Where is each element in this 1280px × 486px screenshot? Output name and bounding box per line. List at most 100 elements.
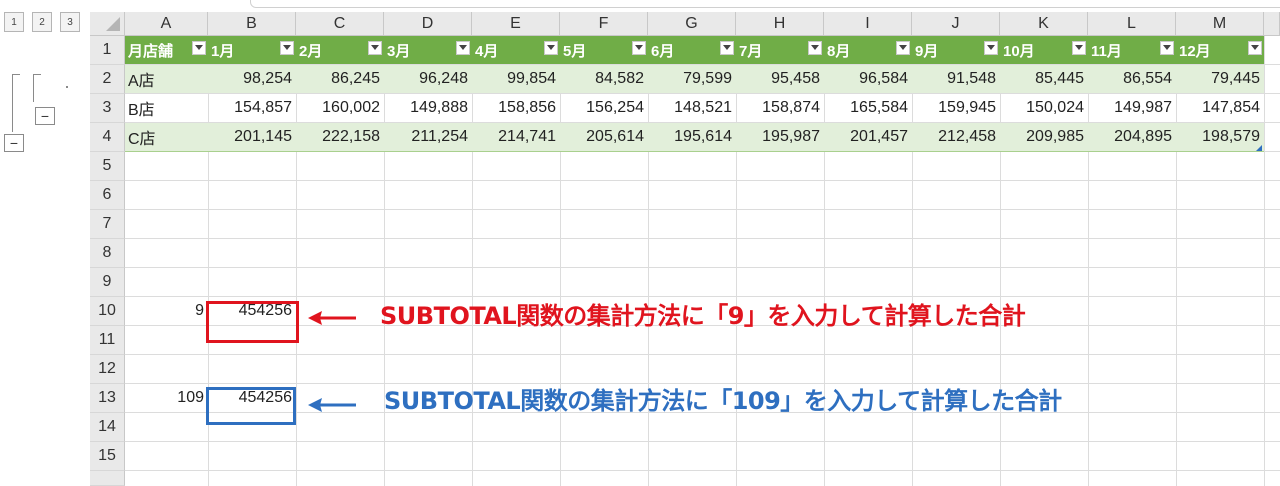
column-header-e[interactable]: E [472, 12, 560, 36]
row-header-9[interactable]: 9 [90, 268, 125, 297]
row-header-11[interactable]: 11 [90, 326, 125, 355]
row-header-1[interactable]: 1 [90, 36, 125, 65]
table-value-cell[interactable]: 150,024 [1000, 94, 1088, 122]
table-value-cell[interactable]: 204,895 [1088, 123, 1176, 151]
row-header-3[interactable]: 3 [90, 94, 125, 123]
column-header-g[interactable]: G [648, 12, 736, 36]
table-value-cell[interactable]: 165,584 [824, 94, 912, 122]
column-header-k[interactable]: K [1000, 12, 1088, 36]
filter-dropdown-icon[interactable] [896, 41, 910, 55]
table-value-cell[interactable]: 209,985 [1000, 123, 1088, 151]
table-row-label-cell[interactable]: B店 [125, 94, 208, 122]
filter-dropdown-icon[interactable] [456, 41, 470, 55]
table-value-cell[interactable]: 205,614 [560, 123, 648, 151]
filter-dropdown-icon[interactable] [192, 41, 206, 55]
row-header-14[interactable]: 14 [90, 413, 125, 442]
table-header-cell[interactable]: 12月 [1176, 36, 1264, 64]
column-header-d[interactable]: D [384, 12, 472, 36]
filter-dropdown-icon[interactable] [280, 41, 294, 55]
column-header-c[interactable]: C [296, 12, 384, 36]
table-value-cell[interactable]: 95,458 [736, 65, 824, 93]
column-header-j[interactable]: J [912, 12, 1000, 36]
table-value-cell[interactable]: 211,254 [384, 123, 472, 151]
table-header-cell[interactable]: 8月 [824, 36, 912, 64]
row-header-6[interactable]: 6 [90, 181, 125, 210]
table-value-cell[interactable]: 149,987 [1088, 94, 1176, 122]
filter-dropdown-icon[interactable] [368, 41, 382, 55]
column-header-a[interactable]: A [125, 12, 208, 36]
row-header-7[interactable]: 7 [90, 210, 125, 239]
table-header-cell[interactable]: 1月 [208, 36, 296, 64]
table-value-cell[interactable]: 84,582 [560, 65, 648, 93]
row-header-15[interactable]: 15 [90, 442, 125, 471]
table-header-cell[interactable]: 月店舗 [125, 36, 208, 64]
filter-dropdown-icon[interactable] [1248, 41, 1262, 55]
table-value-cell[interactable]: 159,945 [912, 94, 1000, 122]
column-header-f[interactable]: F [560, 12, 648, 36]
table-value-cell[interactable]: 222,158 [296, 123, 384, 151]
outline-level-2-button[interactable]: 2 [32, 12, 52, 32]
row-header-10[interactable]: 10 [90, 297, 125, 326]
column-header-b[interactable]: B [208, 12, 296, 36]
table-header-cell[interactable]: 9月 [912, 36, 1000, 64]
cell-a13[interactable]: 109 [125, 384, 208, 412]
column-header-l[interactable]: L [1088, 12, 1176, 36]
outline-level-1-button[interactable]: 1 [4, 12, 24, 32]
table-value-cell[interactable]: 195,614 [648, 123, 736, 151]
table-value-cell[interactable]: 201,457 [824, 123, 912, 151]
table-value-cell[interactable]: 158,856 [472, 94, 560, 122]
table-row-label-cell[interactable]: A店 [125, 65, 208, 93]
row-header-12[interactable]: 12 [90, 355, 125, 384]
filter-dropdown-icon[interactable] [808, 41, 822, 55]
table-value-cell[interactable]: 212,458 [912, 123, 1000, 151]
table-value-cell[interactable]: 158,874 [736, 94, 824, 122]
table-value-cell[interactable]: 201,145 [208, 123, 296, 151]
table-value-cell[interactable]: 156,254 [560, 94, 648, 122]
collapse-group-button[interactable]: − [4, 134, 24, 152]
column-header-n[interactable] [1264, 12, 1280, 36]
table-header-cell[interactable]: 11月 [1088, 36, 1176, 64]
table-value-cell[interactable]: 91,548 [912, 65, 1000, 93]
filter-dropdown-icon[interactable] [544, 41, 558, 55]
table-value-cell[interactable]: 99,854 [472, 65, 560, 93]
table-header-cell[interactable]: 4月 [472, 36, 560, 64]
filter-dropdown-icon[interactable] [1072, 41, 1086, 55]
table-value-cell[interactable]: 160,002 [296, 94, 384, 122]
table-value-cell[interactable]: 214,741 [472, 123, 560, 151]
select-all-button[interactable] [90, 12, 125, 36]
row-header-16[interactable] [90, 471, 125, 486]
table-row-label-cell[interactable]: C店 [125, 123, 208, 151]
table-value-cell[interactable]: 86,245 [296, 65, 384, 93]
table-header-cell[interactable]: 3月 [384, 36, 472, 64]
collapse-group-button[interactable]: − [35, 107, 55, 125]
table-value-cell[interactable]: 96,248 [384, 65, 472, 93]
filter-dropdown-icon[interactable] [632, 41, 646, 55]
table-value-cell[interactable]: 79,445 [1176, 65, 1264, 93]
row-header-8[interactable]: 8 [90, 239, 125, 268]
table-value-cell[interactable]: 195,987 [736, 123, 824, 151]
table-value-cell[interactable]: 79,599 [648, 65, 736, 93]
table-value-cell[interactable]: 85,445 [1000, 65, 1088, 93]
row-header-5[interactable]: 5 [90, 152, 125, 181]
outline-level-3-button[interactable]: 3 [60, 12, 80, 32]
row-header-13[interactable]: 13 [90, 384, 125, 413]
table-value-cell[interactable]: 154,857 [208, 94, 296, 122]
row-header-4[interactable]: 4 [90, 123, 125, 152]
table-value-cell[interactable]: 96,584 [824, 65, 912, 93]
row-header-2[interactable]: 2 [90, 65, 125, 94]
table-resize-handle[interactable] [1256, 145, 1262, 151]
table-header-cell[interactable]: 7月 [736, 36, 824, 64]
filter-dropdown-icon[interactable] [984, 41, 998, 55]
table-value-cell[interactable]: 149,888 [384, 94, 472, 122]
table-header-cell[interactable]: 2月 [296, 36, 384, 64]
column-header-h[interactable]: H [736, 12, 824, 36]
column-header-i[interactable]: I [824, 12, 912, 36]
cell-a10[interactable]: 9 [125, 297, 208, 325]
table-header-cell[interactable]: 10月 [1000, 36, 1088, 64]
table-value-cell[interactable]: 148,521 [648, 94, 736, 122]
table-value-cell[interactable]: 86,554 [1088, 65, 1176, 93]
worksheet[interactable]: A B C D E F G H I J K L M 1 2 3 4 5 6 7 … [90, 0, 1280, 486]
table-value-cell[interactable]: 98,254 [208, 65, 296, 93]
table-header-cell[interactable]: 5月 [560, 36, 648, 64]
column-header-m[interactable]: M [1176, 12, 1264, 36]
